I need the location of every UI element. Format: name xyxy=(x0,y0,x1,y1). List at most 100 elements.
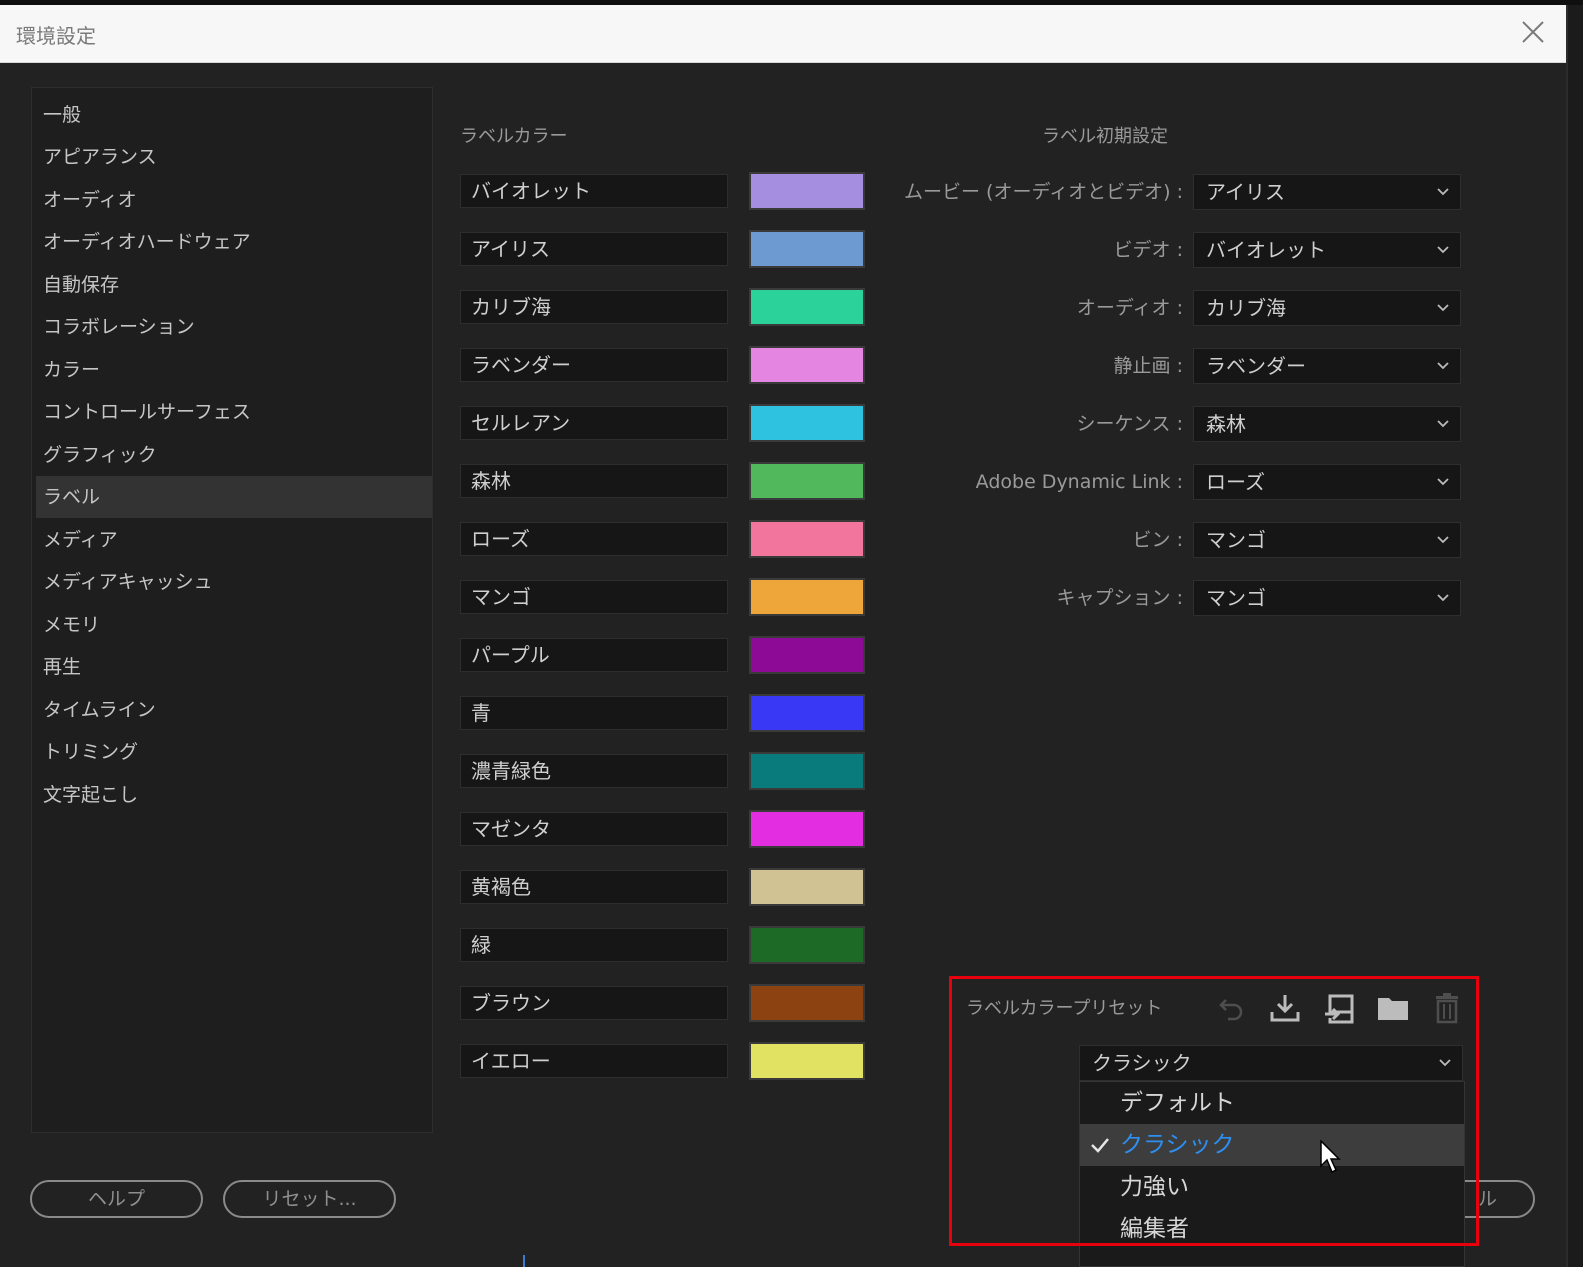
folder-icon[interactable] xyxy=(1375,990,1411,1026)
sidebar-item-timeline[interactable]: タイムライン xyxy=(36,689,432,731)
dropdown-value: ラベンダー xyxy=(1206,354,1306,378)
label-color-swatch[interactable] xyxy=(749,984,865,1022)
label-colors-heading: ラベルカラー xyxy=(460,126,568,147)
label-color-swatch[interactable] xyxy=(749,636,865,674)
label-color-swatch[interactable] xyxy=(749,694,865,732)
preset-option-default[interactable]: デフォルト xyxy=(1080,1082,1464,1124)
label-name-field[interactable]: カリブ海 xyxy=(460,290,728,324)
sidebar-item-audio-hardware[interactable]: オーディオハードウェア xyxy=(36,221,432,263)
label-name-field[interactable]: ブラウン xyxy=(460,986,728,1020)
dropdown-value: カリブ海 xyxy=(1206,296,1286,320)
label-name-field[interactable]: 緑 xyxy=(460,928,728,962)
label-color-swatch[interactable] xyxy=(749,346,865,384)
default-label-caption: Adobe Dynamic Link : xyxy=(975,471,1183,493)
label-color-swatch[interactable] xyxy=(749,172,865,210)
help-button[interactable]: ヘルプ xyxy=(30,1180,203,1218)
default-label-dropdown[interactable]: カリブ海 xyxy=(1193,290,1461,326)
trash-icon[interactable] xyxy=(1429,990,1465,1026)
sidebar-item-general[interactable]: 一般 xyxy=(36,94,432,136)
label-color-swatch[interactable] xyxy=(749,288,865,326)
sidebar-item-media[interactable]: メディア xyxy=(36,519,432,561)
chevron-down-icon xyxy=(1437,478,1449,486)
scroll-indicator xyxy=(523,1255,525,1267)
label-name-field[interactable]: ローズ xyxy=(460,522,728,556)
label-color-swatch[interactable] xyxy=(749,752,865,790)
label-color-swatch[interactable] xyxy=(749,1042,865,1080)
preset-dropdown[interactable]: クラシック xyxy=(1079,1045,1463,1081)
chevron-down-icon xyxy=(1437,420,1449,428)
label-name-field[interactable]: 濃青緑色 xyxy=(460,754,728,788)
label-color-preset-heading: ラベルカラープリセット xyxy=(966,998,1163,1019)
chevron-down-icon xyxy=(1437,362,1449,370)
chevron-down-icon xyxy=(1437,594,1449,602)
default-label-caption: シーケンス : xyxy=(1076,413,1184,435)
label-color-swatch[interactable] xyxy=(749,810,865,848)
label-name-field[interactable]: 森林 xyxy=(460,464,728,498)
preset-option-classic[interactable]: クラシック xyxy=(1080,1124,1464,1166)
default-label-dropdown[interactable]: マンゴ xyxy=(1193,580,1461,616)
label-color-swatch[interactable] xyxy=(749,520,865,558)
label-name-field[interactable]: アイリス xyxy=(460,232,728,266)
label-color-swatch[interactable] xyxy=(749,462,865,500)
label-name-field[interactable]: マゼンタ xyxy=(460,812,728,846)
default-label-dropdown[interactable]: ラベンダー xyxy=(1193,348,1461,384)
default-label-dropdown[interactable]: アイリス xyxy=(1193,174,1461,210)
checkmark-icon xyxy=(1091,1138,1109,1153)
preset-dropdown-menu: デフォルト クラシック 力強い 編集者 xyxy=(1079,1081,1465,1267)
dropdown-value: バイオレット xyxy=(1206,238,1326,262)
category-list: 一般 アピアランス オーディオ オーディオハードウェア 自動保存 コラボレーショ… xyxy=(31,87,433,1133)
label-name-field[interactable]: イエロー xyxy=(460,1044,728,1078)
label-name-field[interactable]: パープル xyxy=(460,638,728,672)
label-name-field[interactable]: セルレアン xyxy=(460,406,728,440)
export-icon[interactable] xyxy=(1321,990,1357,1026)
sidebar-item-control-surface[interactable]: コントロールサーフェス xyxy=(36,391,432,433)
default-label-caption: ビデオ : xyxy=(1113,239,1183,261)
import-icon[interactable] xyxy=(1267,990,1303,1026)
close-icon[interactable] xyxy=(1516,15,1550,49)
default-label-dropdown[interactable]: ローズ xyxy=(1193,464,1461,500)
label-name-field[interactable]: バイオレット xyxy=(460,174,728,208)
label-color-swatch[interactable] xyxy=(749,578,865,616)
default-label-caption: ムービー (オーディオとビデオ) : xyxy=(904,181,1183,203)
preset-option-bold[interactable]: 力強い xyxy=(1080,1166,1464,1208)
preset-option-editor[interactable]: 編集者 xyxy=(1080,1208,1464,1250)
sidebar-item-collaboration[interactable]: コラボレーション xyxy=(36,306,432,348)
dialog-title: 環境設定 xyxy=(16,24,96,48)
label-name-field[interactable]: マンゴ xyxy=(460,580,728,614)
default-label-caption: 静止画 : xyxy=(1113,355,1183,377)
sidebar-item-media-cache[interactable]: メディアキャッシュ xyxy=(36,561,432,603)
sidebar-item-audio[interactable]: オーディオ xyxy=(36,179,432,221)
sidebar-item-labels[interactable]: ラベル xyxy=(36,476,432,518)
default-label-caption: キャプション : xyxy=(1056,587,1183,609)
reset-button[interactable]: リセット... xyxy=(223,1180,396,1218)
sidebar-item-playback[interactable]: 再生 xyxy=(36,646,432,688)
preset-option-label: クラシック xyxy=(1120,1132,1235,1158)
title-bar: 環境設定 xyxy=(0,5,1566,63)
preset-dropdown-value: クラシック xyxy=(1092,1051,1192,1075)
mouse-cursor-icon xyxy=(1320,1140,1341,1174)
dropdown-value: マンゴ xyxy=(1206,586,1266,610)
label-color-swatch[interactable] xyxy=(749,926,865,964)
default-label-dropdown[interactable]: マンゴ xyxy=(1193,522,1461,558)
sidebar-item-graphics[interactable]: グラフィック xyxy=(36,434,432,476)
default-label-dropdown[interactable]: 森林 xyxy=(1193,406,1461,442)
chevron-down-icon xyxy=(1437,188,1449,196)
label-name-field[interactable]: ラベンダー xyxy=(460,348,728,382)
sidebar-item-trim[interactable]: トリミング xyxy=(36,731,432,773)
sidebar-item-color[interactable]: カラー xyxy=(36,349,432,391)
label-name-field[interactable]: 青 xyxy=(460,696,728,730)
label-color-swatch[interactable] xyxy=(749,868,865,906)
label-color-swatch[interactable] xyxy=(749,230,865,268)
preset-option-label: 力強い xyxy=(1120,1174,1189,1200)
dropdown-value: ローズ xyxy=(1206,470,1265,494)
label-color-swatch[interactable] xyxy=(749,404,865,442)
sidebar-item-appearance[interactable]: アピアランス xyxy=(36,136,432,178)
default-label-dropdown[interactable]: バイオレット xyxy=(1193,232,1461,268)
chevron-down-icon xyxy=(1437,536,1449,544)
chevron-down-icon xyxy=(1437,246,1449,254)
sidebar-item-auto-save[interactable]: 自動保存 xyxy=(36,264,432,306)
sidebar-item-memory[interactable]: メモリ xyxy=(36,604,432,646)
sidebar-item-transcription[interactable]: 文字起こし xyxy=(36,774,432,816)
label-name-field[interactable]: 黄褐色 xyxy=(460,870,728,904)
undo-icon[interactable] xyxy=(1214,990,1250,1026)
